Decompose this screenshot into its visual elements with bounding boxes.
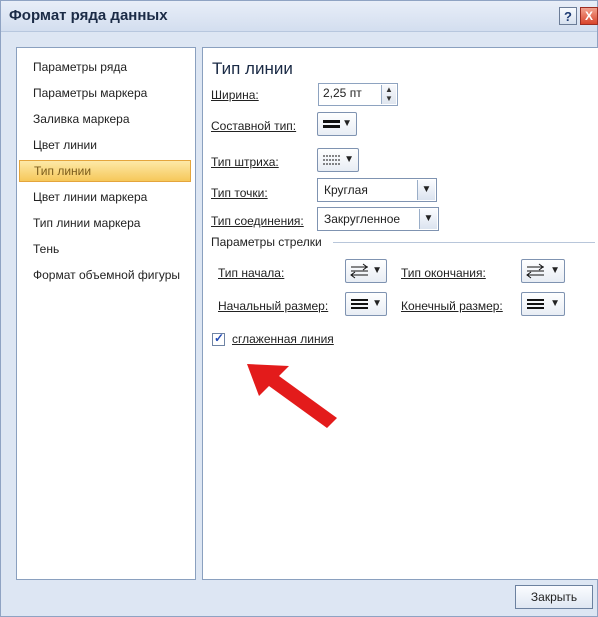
checkmark-icon: ✓ [214, 331, 225, 345]
arrow-type-icon [526, 263, 544, 279]
dash-type-label: Тип штриха: [211, 155, 279, 169]
close-window-button[interactable]: X [580, 7, 598, 25]
width-label: Ширина: [211, 88, 259, 102]
smooth-line-label[interactable]: сглаженная линия [232, 332, 334, 346]
begin-size-label: Начальный размер: [218, 299, 329, 313]
sidebar-item-shadow[interactable]: Тень [19, 238, 191, 260]
end-size-dropdown[interactable]: ▼ [521, 292, 565, 316]
arrow-size-icon [527, 299, 544, 309]
cap-type-value: Круглая [324, 183, 368, 197]
compound-lines-icon [323, 120, 340, 128]
red-pointer-arrow-icon [247, 364, 337, 428]
category-list: Параметры ряда Параметры маркера Заливка… [16, 47, 196, 580]
smooth-line-checkbox[interactable]: ✓ [212, 331, 225, 346]
end-size-label: Конечный размер: [401, 299, 503, 313]
cap-type-label: Тип точки: [211, 186, 268, 200]
arrow-type-icon [350, 263, 368, 279]
sidebar-item-line-color[interactable]: Цвет линии [19, 134, 191, 156]
chevron-down-icon[interactable]: ▼ [419, 209, 437, 229]
chevron-down-icon: ▼ [372, 298, 382, 309]
help-button[interactable]: ? [559, 7, 577, 25]
chevron-down-icon: ▼ [550, 298, 560, 309]
compound-type-label: Составной тип: [211, 119, 297, 133]
chevron-down-icon: ▼ [344, 154, 354, 165]
arrow-size-icon [351, 299, 368, 309]
join-type-label: Тип соединения: [211, 214, 304, 228]
sidebar-item-marker-line-style[interactable]: Тип линии маркера [19, 212, 191, 234]
chevron-down-icon: ▼ [342, 118, 352, 129]
chevron-down-icon: ▼ [372, 265, 382, 276]
dash-icon [323, 155, 340, 165]
dash-type-dropdown[interactable]: ▼ [317, 148, 359, 172]
chevron-down-icon[interactable]: ▼ [417, 180, 435, 200]
sidebar-item-marker-line-color[interactable]: Цвет линии маркера [19, 186, 191, 208]
width-spinner[interactable]: 2,25 пт ▲ ▼ [318, 83, 398, 106]
section-divider [333, 242, 595, 243]
title-bar: Формат ряда данных ? X [1, 1, 598, 32]
sidebar-item-line-style[interactable]: Тип линии [19, 160, 191, 182]
compound-type-dropdown[interactable]: ▼ [317, 112, 357, 136]
panel-title: Тип линии [212, 59, 293, 78]
begin-type-dropdown[interactable]: ▼ [345, 259, 387, 283]
begin-size-dropdown[interactable]: ▼ [345, 292, 387, 316]
begin-type-label: Тип начала: [218, 266, 285, 280]
arrow-section-label: Параметры стрелки [211, 235, 322, 249]
sidebar-item-series-options[interactable]: Параметры ряда [19, 56, 191, 78]
dialog-title: Формат ряда данных [9, 7, 168, 24]
width-value: 2,25 пт [323, 86, 362, 100]
sidebar-item-3d-format[interactable]: Формат объемной фигуры [19, 264, 191, 286]
close-button[interactable]: Закрыть [515, 585, 593, 609]
line-style-panel: Тип линии Ширина: 2,25 пт ▲ ▼ Составной т… [202, 47, 598, 580]
dialog-window: Формат ряда данных ? X Параметры ряда Па… [0, 0, 598, 617]
end-type-dropdown[interactable]: ▼ [521, 259, 565, 283]
sidebar-item-marker-options[interactable]: Параметры маркера [19, 82, 191, 104]
sidebar-item-marker-fill[interactable]: Заливка маркера [19, 108, 191, 130]
cap-type-combo[interactable]: Круглая ▼ [317, 178, 437, 202]
join-type-combo[interactable]: Закругленное ▼ [317, 207, 439, 231]
end-type-label: Тип окончания: [401, 266, 486, 280]
chevron-down-icon: ▼ [550, 265, 560, 276]
spin-arrows-icon[interactable]: ▲ ▼ [381, 85, 396, 104]
join-type-value: Закругленное [324, 212, 401, 226]
